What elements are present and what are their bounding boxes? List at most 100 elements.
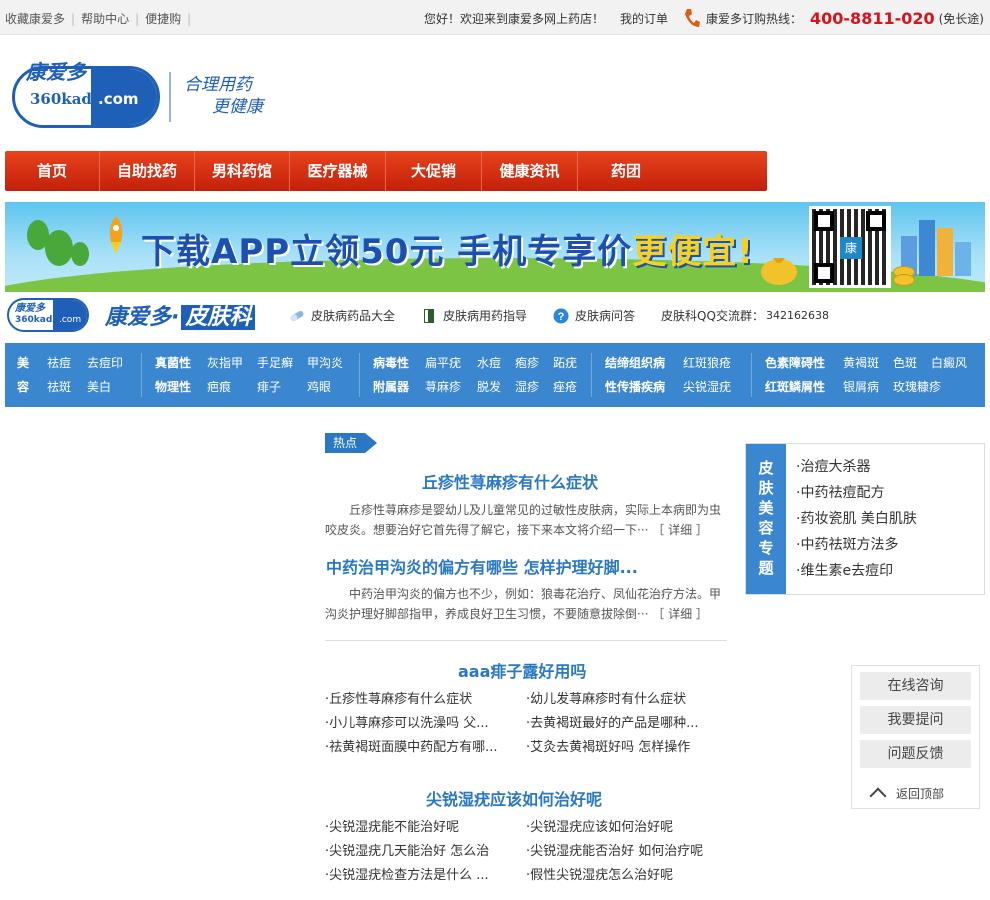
quick-buy-link[interactable]: 便捷购 bbox=[145, 10, 181, 27]
category-link[interactable]: 去痘印 bbox=[87, 351, 123, 375]
category-link[interactable]: 湿疹 bbox=[515, 375, 553, 399]
category-link[interactable]: 白癜风 bbox=[931, 351, 967, 375]
list-item[interactable]: ·治痘大杀器 bbox=[796, 454, 917, 480]
category-header: 红斑鳞屑性 bbox=[765, 380, 826, 394]
slogan-line-2: 更健康 bbox=[212, 97, 263, 117]
category-header: 结缔组织病 bbox=[605, 356, 666, 370]
online-consult-button[interactable]: 在线咨询 bbox=[860, 672, 971, 700]
qa-link[interactable]: ? 皮肤病问答 bbox=[553, 307, 635, 324]
drug-catalog-link[interactable]: 皮肤病药品大全 bbox=[289, 307, 395, 324]
category-link[interactable]: 手足癣 bbox=[257, 351, 307, 375]
pill-icon bbox=[290, 310, 304, 321]
category-link[interactable]: 扁平疣 bbox=[425, 351, 477, 375]
category-group-pigment: 色素障碍性 黄褐斑 色斑 白癜风 红斑鳞屑性 银屑病 玫瑰糠疹 bbox=[765, 351, 967, 399]
category-link[interactable]: 尖锐湿疣 bbox=[683, 375, 731, 399]
back-to-top-button[interactable]: 返回顶部 bbox=[868, 784, 944, 805]
nav-home[interactable]: 首页 bbox=[5, 151, 100, 191]
hot-article-summary: 丘疹性荨麻疹是婴幼儿及儿童常见的过敏性皮肤病，实际上本病即为虫咬皮炎。想要治好它… bbox=[325, 503, 722, 537]
nav-promotion[interactable]: 大促销 bbox=[386, 151, 482, 191]
list-item[interactable]: ·丘疹性荨麻疹有什么症状 bbox=[325, 688, 525, 712]
category-link[interactable]: 黄褐斑 bbox=[843, 351, 893, 375]
nav-self-search[interactable]: 自助找药 bbox=[100, 151, 195, 191]
qq-group-number: 342162638 bbox=[765, 309, 829, 322]
category-link[interactable]: 玫瑰糠疹 bbox=[893, 375, 941, 399]
question-icon: ? bbox=[553, 308, 569, 323]
nav-mens-pharmacy[interactable]: 男科药馆 bbox=[195, 151, 290, 191]
nav-group-buy[interactable]: 药团 bbox=[578, 151, 674, 191]
list-item[interactable]: ·假性尖锐湿疣怎么治好呢 bbox=[526, 864, 726, 888]
category-link[interactable]: 脱发 bbox=[477, 375, 515, 399]
section-title[interactable]: aaa痱子露好用吗 bbox=[458, 658, 586, 682]
category-group-beauty: 美 祛痘 去痘印 容 祛斑 美白 bbox=[17, 351, 123, 399]
list-item[interactable]: ·尖锐湿疣能否治好 如何治疗呢 bbox=[526, 840, 726, 864]
banner-headline: 下载APP立领50元 手机专享价更便宜! bbox=[141, 232, 754, 272]
medication-guide-link[interactable]: 皮肤病用药指导 bbox=[421, 307, 527, 324]
logo-domain-left: 360kad bbox=[30, 90, 92, 108]
category-link[interactable]: 银屑病 bbox=[843, 375, 893, 399]
logo-divider bbox=[169, 72, 171, 122]
category-link[interactable]: 色斑 bbox=[893, 351, 931, 375]
qr-center-logo: 康 bbox=[840, 237, 862, 259]
list-item[interactable]: ·尖锐湿疣几天能治好 怎么治 bbox=[325, 840, 525, 864]
money-bag-icon bbox=[761, 258, 797, 285]
my-orders-link[interactable]: 我的订单 bbox=[620, 10, 668, 27]
section-title[interactable]: 尖锐湿疣应该如何治好呢 bbox=[426, 786, 602, 810]
app-promo-banner[interactable]: 下载APP立领50元 手机专享价更便宜! 康 bbox=[5, 202, 985, 292]
feedback-button[interactable]: 问题反馈 bbox=[860, 740, 971, 768]
list-item[interactable]: ·中药祛痘配方 bbox=[796, 480, 917, 506]
divider: | bbox=[71, 12, 76, 26]
article-list: ·丘疹性荨麻疹有什么症状 ·小儿荨麻疹可以洗澡吗 父... ·祛黄褐斑面膜中药配… bbox=[325, 688, 525, 760]
list-item[interactable]: ·中药祛斑方法多 bbox=[796, 532, 917, 558]
hot-article-title[interactable]: 中药治甲沟炎的偏方有哪些 怎样护理好脚... bbox=[326, 554, 638, 578]
list-item[interactable]: ·药妆瓷肌 美白肌肤 bbox=[796, 506, 917, 532]
detail-link[interactable]: ［ 详细 ］ bbox=[652, 523, 708, 537]
ask-question-button[interactable]: 我要提问 bbox=[860, 706, 971, 734]
category-link[interactable]: 灰指甲 bbox=[207, 351, 257, 375]
category-link[interactable]: 美白 bbox=[87, 375, 111, 399]
category-link[interactable]: 鸡眼 bbox=[307, 375, 331, 399]
list-item[interactable]: ·尖锐湿疣能不能治好呢 bbox=[325, 816, 525, 840]
beauty-topics-tab: 皮肤美容专题 bbox=[746, 444, 786, 594]
hot-article-summary: 中药治甲沟炎的偏方也不少，例如：狼毒花治疗、凤仙花治疗方法。甲沟炎护理好脚部指甲… bbox=[325, 587, 722, 621]
category-link[interactable]: 疤痕 bbox=[207, 375, 257, 399]
category-header: 真菌性 bbox=[155, 356, 192, 370]
category-link[interactable]: 痤疮 bbox=[553, 375, 577, 399]
category-link[interactable]: 疱疹 bbox=[515, 351, 553, 375]
category-bar: 美 祛痘 去痘印 容 祛斑 美白 真菌性 灰指甲 手足癣 甲沟炎 物理性 疤痕 痱子 鸡眼 病毒性 扁… bbox=[5, 343, 985, 407]
list-item[interactable]: ·幼儿发荨麻疹时有什么症状 bbox=[526, 688, 726, 712]
hot-tag: 热点 bbox=[325, 433, 378, 453]
divider: | bbox=[187, 12, 192, 26]
category-header: 物理性 bbox=[155, 380, 192, 394]
nav-medical-devices[interactable]: 医疗器械 bbox=[290, 151, 386, 191]
site-logo[interactable]: 康爱多 360kad .com bbox=[12, 56, 160, 130]
divider: | bbox=[135, 12, 140, 26]
dept-title: 康爱多· 皮肤科 bbox=[105, 299, 256, 331]
category-link[interactable]: 跖疣 bbox=[553, 351, 577, 375]
app-qr-code: 康 bbox=[809, 206, 891, 288]
nav-health-news[interactable]: 健康资讯 bbox=[482, 151, 578, 191]
category-link[interactable]: 祛斑 bbox=[47, 375, 87, 399]
list-item[interactable]: ·艾灸去黄褐斑好吗 怎样操作 bbox=[526, 736, 726, 760]
mini-logo[interactable]: 康爱多 360kad .com bbox=[7, 298, 89, 332]
svg-text:?: ? bbox=[558, 311, 565, 323]
category-header: 性传播疾病 bbox=[605, 380, 666, 394]
category-link[interactable]: 痱子 bbox=[257, 375, 307, 399]
category-link[interactable]: 祛痘 bbox=[47, 351, 87, 375]
dept-links: 皮肤病药品大全 皮肤病用药指导 ? 皮肤病问答 皮肤科QQ交流群： 342162… bbox=[289, 307, 829, 324]
chevron-up-icon bbox=[869, 787, 887, 805]
list-item[interactable]: ·维生素e去痘印 bbox=[796, 558, 917, 584]
list-item[interactable]: ·尖锐湿疣应该如何治好呢 bbox=[526, 816, 726, 840]
category-link[interactable]: 甲沟炎 bbox=[307, 351, 343, 375]
list-item[interactable]: ·祛黄褐斑面膜中药配方有哪... bbox=[325, 736, 525, 760]
qq-group-label: 皮肤科QQ交流群： bbox=[661, 309, 764, 323]
category-link[interactable]: 水痘 bbox=[477, 351, 515, 375]
hot-article-title[interactable]: 丘疹性荨麻疹有什么症状 bbox=[422, 469, 598, 493]
category-link[interactable]: 红斑狼疮 bbox=[683, 351, 731, 375]
list-item[interactable]: ·去黄褐斑最好的产品是哪种... bbox=[526, 712, 726, 736]
list-item[interactable]: ·小儿荨麻疹可以洗澡吗 父... bbox=[325, 712, 525, 736]
category-link[interactable]: 荨麻疹 bbox=[425, 375, 477, 399]
detail-link[interactable]: ［ 详细 ］ bbox=[652, 607, 708, 621]
list-item[interactable]: ·尖锐湿疣检查方法是什么 ... bbox=[325, 864, 525, 888]
help-center-link[interactable]: 帮助中心 bbox=[81, 10, 129, 27]
favorite-link[interactable]: 收藏康爱多 bbox=[5, 10, 65, 27]
